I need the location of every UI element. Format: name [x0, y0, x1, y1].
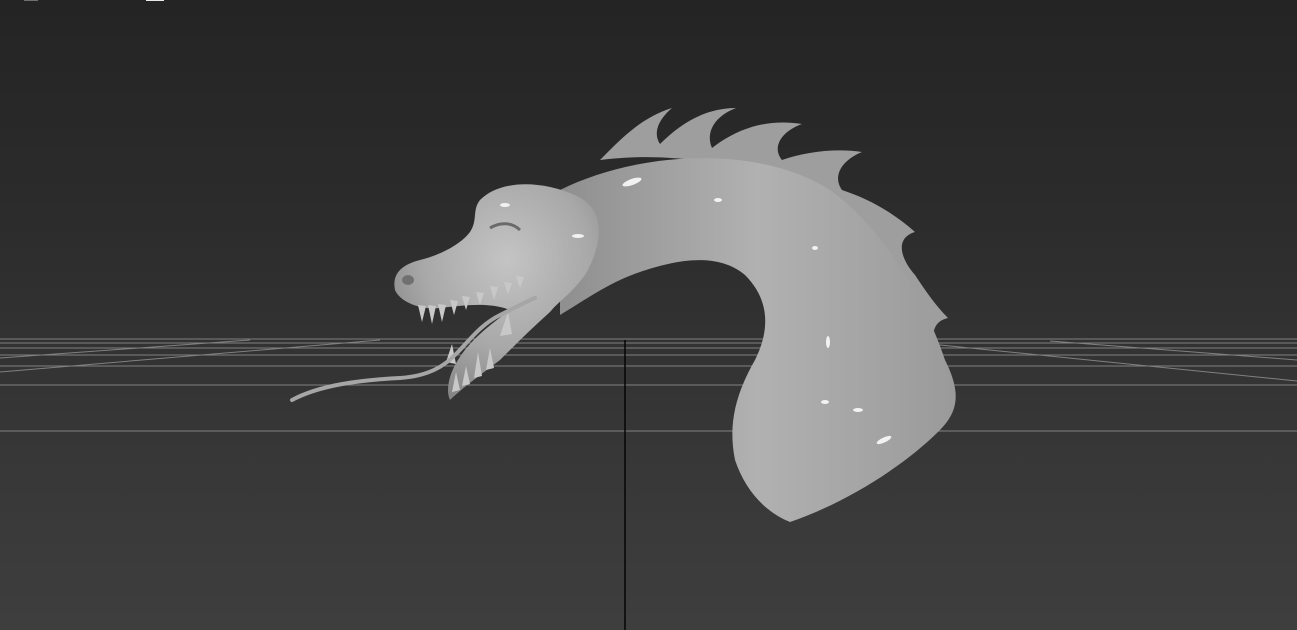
dragon-head	[394, 184, 599, 400]
dragon-neck	[560, 158, 956, 522]
ground-grid	[0, 338, 1297, 432]
scene-canvas[interactable]	[0, 0, 1297, 630]
dragon-model[interactable]	[290, 108, 956, 522]
perspective-viewport[interactable]	[0, 0, 1297, 630]
dragon-nostril	[402, 275, 414, 285]
